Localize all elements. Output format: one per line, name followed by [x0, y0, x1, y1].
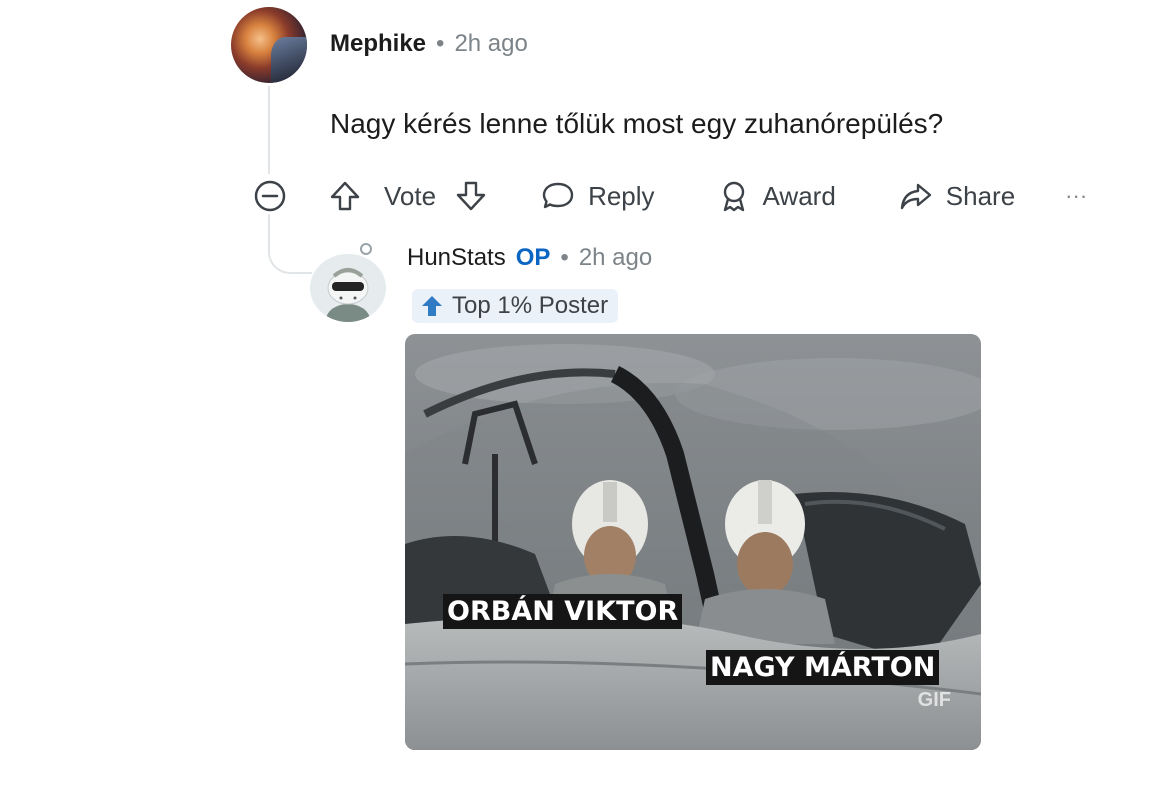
share-label: Share — [945, 180, 1016, 211]
thread-line — [268, 86, 270, 174]
collapse-button[interactable] — [252, 178, 288, 214]
gif-embed[interactable]: ORBÁN VIKTOR NAGY MÁRTON GIF — [405, 334, 981, 750]
gif-badge: GIF — [917, 689, 951, 711]
user-flair: Top 1% Poster — [412, 289, 619, 323]
more-options-button[interactable]: ··· — [1065, 183, 1087, 209]
status-indicator — [360, 243, 372, 255]
op-badge: OP — [515, 244, 551, 271]
more-label: ··· — [1065, 183, 1088, 208]
arrow-up-icon — [330, 181, 360, 211]
timestamp: 2h ago — [578, 244, 653, 271]
gif-caption-right: NAGY MÁRTON — [706, 650, 940, 685]
comment-meta: HunStats OP • 2h ago — [407, 244, 652, 272]
vote-label: Vote — [384, 180, 437, 211]
minus-circle-icon — [254, 180, 286, 212]
comment-meta: Mephike • 2h ago — [330, 30, 528, 58]
share-button[interactable]: Share — [898, 179, 1015, 213]
comment-bubble-icon — [542, 182, 574, 209]
snoo-avatar-icon — [310, 254, 386, 322]
avatar[interactable] — [231, 7, 307, 83]
gif-image — [405, 334, 981, 750]
separator-dot: • — [436, 30, 445, 57]
award-label: Award — [762, 180, 836, 211]
award-icon — [723, 181, 744, 212]
arrow-up-icon — [422, 296, 442, 316]
avatar[interactable] — [310, 254, 386, 322]
thread-connector — [268, 214, 312, 274]
author-name[interactable]: HunStats — [407, 244, 506, 272]
reply-label: Reply — [588, 180, 655, 211]
downvote-button[interactable] — [454, 179, 488, 213]
arrow-down-icon — [456, 181, 486, 211]
flair-label: Top 1% Poster — [452, 292, 609, 319]
comment-actions: Vote Reply Award Share ··· — [328, 176, 1087, 216]
author-name[interactable]: Mephike — [330, 30, 426, 58]
upvote-button[interactable] — [328, 179, 362, 213]
timestamp: 2h ago — [454, 30, 528, 57]
vote-group: Vote — [328, 179, 488, 213]
gif-caption-left: ORBÁN VIKTOR — [443, 594, 683, 629]
reply-button[interactable]: Reply — [540, 179, 655, 213]
award-button[interactable]: Award — [717, 179, 836, 213]
separator-dot: • — [560, 244, 569, 271]
comment-body: Nagy kérés lenne tőlük most egy zuhanóre… — [330, 108, 944, 139]
share-icon — [900, 183, 931, 210]
